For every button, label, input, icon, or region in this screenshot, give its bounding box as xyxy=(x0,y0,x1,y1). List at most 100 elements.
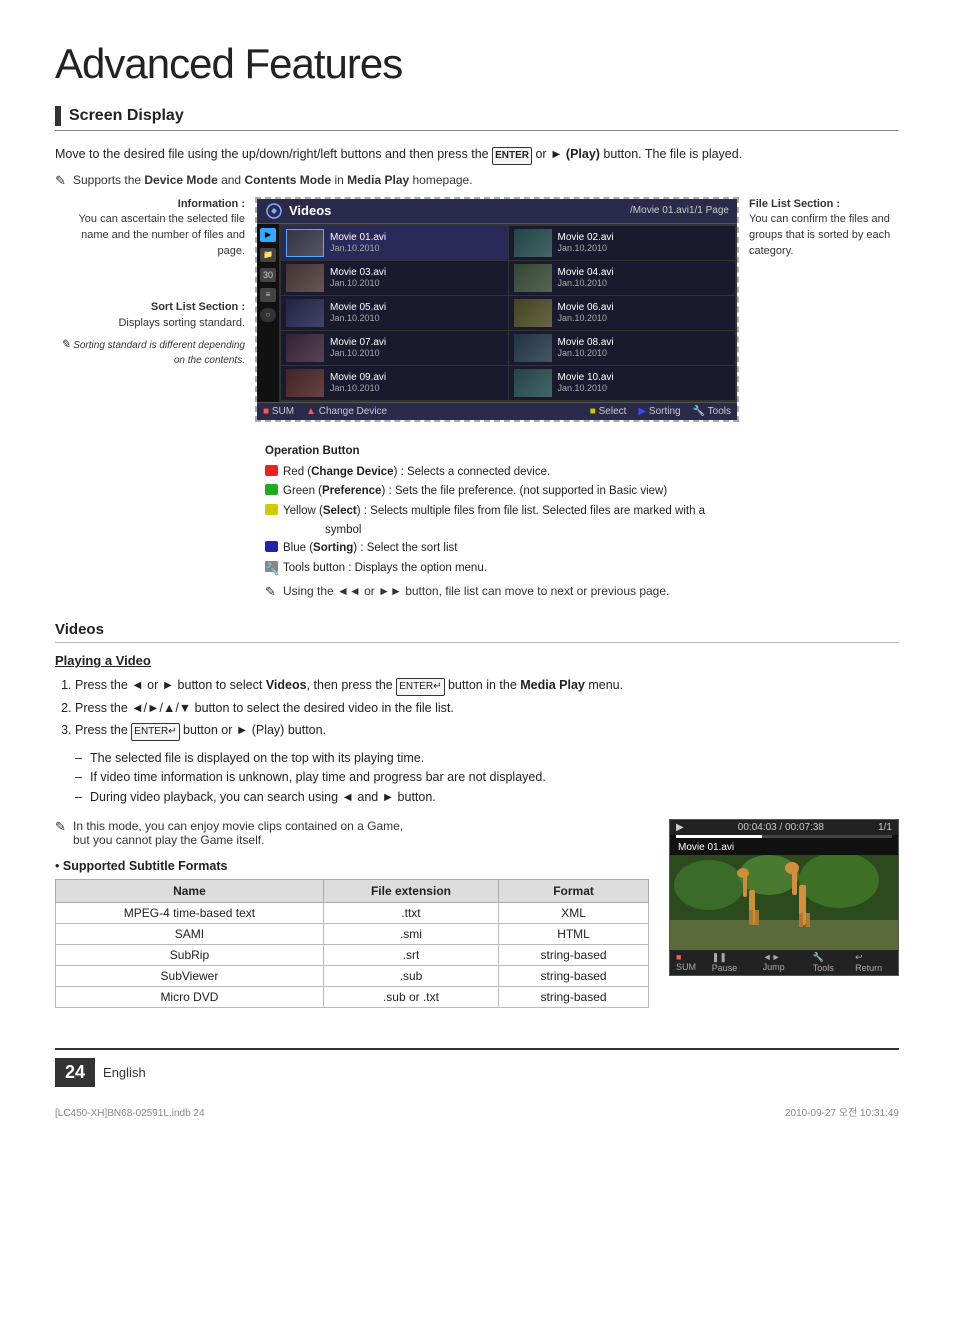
video-player: ▶ 00:04:03 / 00:07:38 1/1 Movie 01.avi xyxy=(669,819,899,1008)
thumb-4 xyxy=(514,264,552,292)
vp-progress-bar xyxy=(676,835,892,838)
op-tools-text: Tools button : Displays the option menu. xyxy=(283,559,487,577)
file-info-6: Movie 06.avi Jan.10.2010 xyxy=(558,302,614,323)
col-name: Name xyxy=(56,879,324,902)
footer-change: ▲ Change Device xyxy=(306,406,387,417)
subtitle-table: Name File extension Format MPEG-4 time-b… xyxy=(55,879,649,1008)
cell-name: SAMI xyxy=(56,923,324,944)
thumb-1 xyxy=(286,229,324,257)
cell-ext: .srt xyxy=(323,944,498,965)
sort-icon-4: ≡ xyxy=(260,288,276,302)
vp-footer-jump: ◄► Jump xyxy=(763,952,805,972)
subtitle-section: • Supported Subtitle Formats Name File e… xyxy=(55,859,649,1008)
file-info-8: Movie 08.avi Jan.10.2010 xyxy=(558,337,614,358)
footer-sum: ■ SUM xyxy=(263,406,294,417)
op-green: Green (Preference) : Sets the file prefe… xyxy=(265,482,899,500)
videos-left-col: In this mode, you can enjoy movie clips … xyxy=(55,819,649,1008)
col-ext: File extension xyxy=(323,879,498,902)
tv-file-item: Movie 08.avi Jan.10.2010 xyxy=(509,331,736,365)
thumb-10 xyxy=(514,369,552,397)
tv-header-icon xyxy=(265,202,283,220)
cell-format: XML xyxy=(499,902,649,923)
file-info-7: Movie 07.avi Jan.10.2010 xyxy=(330,337,386,358)
op-red-text: Red (Change Device) : Selects a connecte… xyxy=(283,463,550,481)
table-row: Micro DVD .sub or .txt string-based xyxy=(56,986,649,1007)
dash-list: The selected file is displayed on the to… xyxy=(55,749,899,807)
tv-file-item: Movie 10.avi Jan.10.2010 xyxy=(509,366,736,400)
yellow-color-box xyxy=(265,504,278,515)
table-row: MPEG-4 time-based text .ttxt XML xyxy=(56,902,649,923)
footer-tools: 🔧 Tools xyxy=(693,406,731,417)
cell-name: SubRip xyxy=(56,944,324,965)
file-info-5: Movie 05.avi Jan.10.2010 xyxy=(330,302,386,323)
table-row: SubRip .srt string-based xyxy=(56,944,649,965)
heading-bar xyxy=(55,106,61,126)
cell-name: SubViewer xyxy=(56,965,324,986)
vp-progress-fill xyxy=(676,835,762,838)
videos-section: Videos Playing a Video Press the ◄ or ► … xyxy=(55,621,899,1008)
blue-color-box xyxy=(265,541,278,552)
table-row: SAMI .smi HTML xyxy=(56,923,649,944)
file-info-4: Movie 04.avi Jan.10.2010 xyxy=(558,267,614,288)
tv-file-item: Movie 07.avi Jan.10.2010 xyxy=(281,331,508,365)
vp-footer-pause: ❚❚ Pause xyxy=(712,952,755,973)
info-annotation: Information : You can ascertain the sele… xyxy=(55,197,245,261)
vp-footer: ■ SUM ❚❚ Pause ◄► Jump 🔧 Tools ↩ Return xyxy=(670,950,898,975)
red-color-box xyxy=(265,465,278,476)
op-yellow: Yellow (Select) : Selects multiple files… xyxy=(265,502,899,520)
tv-file-grid: Movie 01.avi Jan.10.2010 Movie 02.avi Ja… xyxy=(279,224,737,402)
tv-file-item: Movie 02.avi Jan.10.2010 xyxy=(509,226,736,260)
table-row: SubViewer .sub string-based xyxy=(56,965,649,986)
sort-icon-5: ○ xyxy=(260,308,276,322)
thumb-7 xyxy=(286,334,324,362)
op-tools: 🔧 Tools button : Displays the option men… xyxy=(265,559,899,577)
section-heading-text: Screen Display xyxy=(69,107,184,125)
page-title: Advanced Features xyxy=(55,40,899,88)
vp-footer-return: ↩ Return xyxy=(855,952,892,973)
sort-icon-3: 30 xyxy=(260,268,276,282)
tv-file-item: Movie 01.avi Jan.10.2010 xyxy=(281,226,508,260)
screen-display-diagram: Information : You can ascertain the sele… xyxy=(55,197,899,422)
dash-1: The selected file is displayed on the to… xyxy=(90,749,899,768)
tv-file-item: Movie 05.avi Jan.10.2010 xyxy=(281,296,508,330)
cell-ext: .smi xyxy=(323,923,498,944)
sort-icon-1: ▶ xyxy=(260,228,276,242)
page-number: 24 xyxy=(55,1058,95,1087)
tv-footer: ■ SUM ▲ Change Device ■ Select ▶ Sorting… xyxy=(257,402,737,420)
tv-screen: Videos /Movie 01.avi 1/1 Page ▶ 📁 30 ≡ ○ xyxy=(255,197,739,422)
file-info-9: Movie 09.avi Jan.10.2010 xyxy=(330,372,386,393)
left-annotations: Information : You can ascertain the sele… xyxy=(55,197,255,422)
vp-video-area xyxy=(670,855,898,950)
cell-ext: .sub or .txt xyxy=(323,986,498,1007)
intro-note: Supports the Device Mode and Contents Mo… xyxy=(55,173,899,187)
op-yellow-text: Yellow (Select) : Selects multiple files… xyxy=(283,502,705,520)
videos-heading: Videos xyxy=(55,621,899,643)
steps-list: Press the ◄ or ► button to select Videos… xyxy=(55,676,899,740)
green-color-box xyxy=(265,484,278,495)
step-3: Press the ENTER↵ button or ► (Play) butt… xyxy=(75,721,899,741)
cell-format: string-based xyxy=(499,965,649,986)
dash-3: During video playback, you can search us… xyxy=(90,788,899,807)
footer-sorting: ▶ Sorting xyxy=(638,406,680,417)
tv-file-item: Movie 03.avi Jan.10.2010 xyxy=(281,261,508,295)
cell-name: Micro DVD xyxy=(56,986,324,1007)
tv-content: ▶ 📁 30 ≡ ○ Movie 01.a xyxy=(257,224,737,402)
operation-area: Operation Button Red (Change Device) : S… xyxy=(265,442,899,602)
thumb-3 xyxy=(286,264,324,292)
file-info-10: Movie 10.avi Jan.10.2010 xyxy=(558,372,614,393)
page: Advanced Features Screen Display Move to… xyxy=(0,0,954,1127)
file-info-2: Movie 02.avi Jan.10.2010 xyxy=(558,232,614,253)
tv-screen-inner: Videos /Movie 01.avi 1/1 Page ▶ 📁 30 ≡ ○ xyxy=(257,199,737,420)
dash-2: If video time information is unknown, pl… xyxy=(90,768,899,787)
tv-file-item: Movie 04.avi Jan.10.2010 xyxy=(509,261,736,295)
page-lang: English xyxy=(103,1065,146,1080)
vp-footer-tools: 🔧 Tools xyxy=(813,952,847,973)
op-green-text: Green (Preference) : Sets the file prefe… xyxy=(283,482,667,500)
vp-footer-sum: ■ SUM xyxy=(676,952,704,972)
cell-format: string-based xyxy=(499,986,649,1007)
thumb-2 xyxy=(514,229,552,257)
cell-ext: .ttxt xyxy=(323,902,498,923)
footer-select: ■ Select xyxy=(590,406,627,417)
file-info-1: Movie 01.avi Jan.10.2010 xyxy=(330,232,386,253)
cell-format: HTML xyxy=(499,923,649,944)
